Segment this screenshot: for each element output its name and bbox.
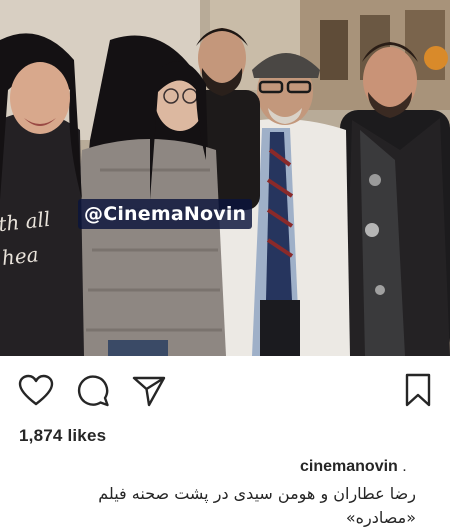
paper-plane-icon (132, 376, 166, 407)
username-suffix: . (397, 458, 407, 475)
save-button[interactable] (404, 373, 432, 407)
username-link[interactable]: cinemanovin (300, 458, 398, 475)
like-button[interactable] (18, 374, 54, 407)
sweater-print: th all hea (0, 206, 52, 270)
heart-outline-icon (18, 374, 54, 406)
photo-scene (0, 0, 450, 356)
share-button[interactable] (132, 374, 166, 408)
post-photo[interactable]: th all hea @CinemaNovin (0, 0, 450, 356)
speech-bubble-icon (77, 375, 109, 407)
bookmark-icon (405, 373, 431, 407)
watermark-text: @CinemaNovin (84, 203, 247, 225)
action-bar (0, 356, 450, 426)
post-caption: رضا عطاران و هومن سیدی در پشت صحنه فیلم … (16, 482, 416, 530)
likes-count[interactable]: 1,874 likes (19, 426, 106, 446)
watermark-badge: @CinemaNovin (78, 199, 253, 229)
caption-line-1: رضا عطاران و هومن سیدی در پشت صحنه فیلم (98, 484, 416, 503)
caption-line-2: «مصادره» (345, 508, 416, 527)
comment-button[interactable] (76, 373, 110, 407)
instagram-post: th all hea @CinemaNovin 1,874 likes cine… (0, 0, 450, 531)
caption-header: cinemanovin . (300, 458, 407, 476)
